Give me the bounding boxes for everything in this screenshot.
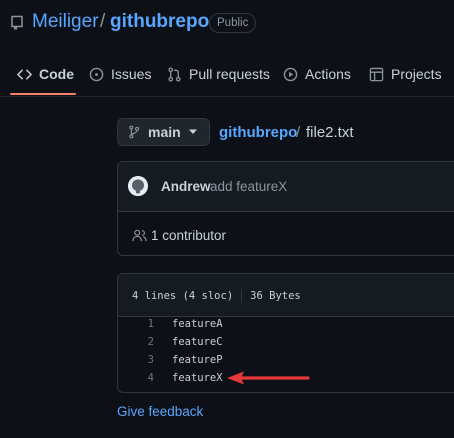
line-number[interactable]: 4 xyxy=(136,372,154,384)
pull-request-icon xyxy=(168,66,181,82)
file-info-divider xyxy=(241,289,243,303)
line-code: featureA xyxy=(172,318,223,330)
people-icon xyxy=(132,229,147,242)
repo-owner-link[interactable]: Meiliger xyxy=(32,11,99,33)
commit-header: Andrew add featureX xyxy=(118,162,454,212)
code-icon xyxy=(17,69,32,79)
repo-icon xyxy=(11,15,23,30)
line-code: featureC xyxy=(172,336,223,348)
repo-path-separator: / xyxy=(100,11,106,32)
tab-pull-requests-label: Pull requests xyxy=(189,66,270,82)
file-header: 4 lines (4 sloc) 36 Bytes xyxy=(118,274,454,317)
tab-projects[interactable]: Projects xyxy=(369,66,442,82)
file-info: 4 lines (4 sloc) 36 Bytes xyxy=(132,289,301,303)
active-tab-indicator xyxy=(10,93,76,95)
chevron-down-icon xyxy=(188,129,197,134)
avatar[interactable] xyxy=(128,176,148,196)
line-number[interactable]: 1 xyxy=(136,318,154,330)
line-code: featureP xyxy=(172,354,223,366)
projects-table-icon xyxy=(369,67,384,81)
code-line: 2 featureC xyxy=(118,336,454,354)
contributors-link[interactable]: 1 contributor xyxy=(132,228,226,243)
give-feedback-link[interactable]: Give feedback xyxy=(117,404,203,419)
repo-nav: Code Issues Pull requests Actions Projec… xyxy=(0,58,454,97)
breadcrumb-separator: / xyxy=(296,124,301,141)
code-line: 1 featureA xyxy=(118,318,454,336)
file-size: 36 Bytes xyxy=(250,290,301,302)
latest-commit-box: Andrew add featureX 1 contributor xyxy=(117,161,454,256)
tab-issues[interactable]: Issues xyxy=(89,66,151,82)
annotation-arrow-icon xyxy=(227,371,310,385)
tab-projects-label: Projects xyxy=(391,66,442,82)
actions-play-icon xyxy=(283,67,298,81)
file-line-count: 4 lines (4 sloc) xyxy=(132,290,234,302)
line-code: featureX xyxy=(172,372,223,384)
line-number[interactable]: 2 xyxy=(136,336,154,348)
issue-icon xyxy=(89,67,104,81)
tab-actions-label: Actions xyxy=(305,66,351,82)
github-octocat-icon xyxy=(128,176,148,196)
branch-name: main xyxy=(148,124,181,140)
commit-message-link[interactable]: add featureX xyxy=(210,179,287,194)
line-number[interactable]: 3 xyxy=(136,354,154,366)
visibility-badge: Public xyxy=(209,13,257,33)
tab-code[interactable]: Code xyxy=(17,66,74,82)
branch-selector-button[interactable]: main xyxy=(117,118,210,146)
git-branch-icon xyxy=(129,125,140,139)
breadcrumb-file-name: file2.txt xyxy=(306,124,354,141)
tab-pull-requests[interactable]: Pull requests xyxy=(167,66,270,82)
tab-issues-label: Issues xyxy=(111,66,152,82)
repo-name-link[interactable]: githubrepo xyxy=(110,11,209,33)
breadcrumb-repo-link[interactable]: githubrepo xyxy=(219,124,297,141)
commit-author-link[interactable]: Andrew xyxy=(161,179,211,194)
tab-actions[interactable]: Actions xyxy=(283,66,351,82)
contributors-count: 1 contributor xyxy=(151,228,227,243)
tab-code-label: Code xyxy=(39,66,74,82)
